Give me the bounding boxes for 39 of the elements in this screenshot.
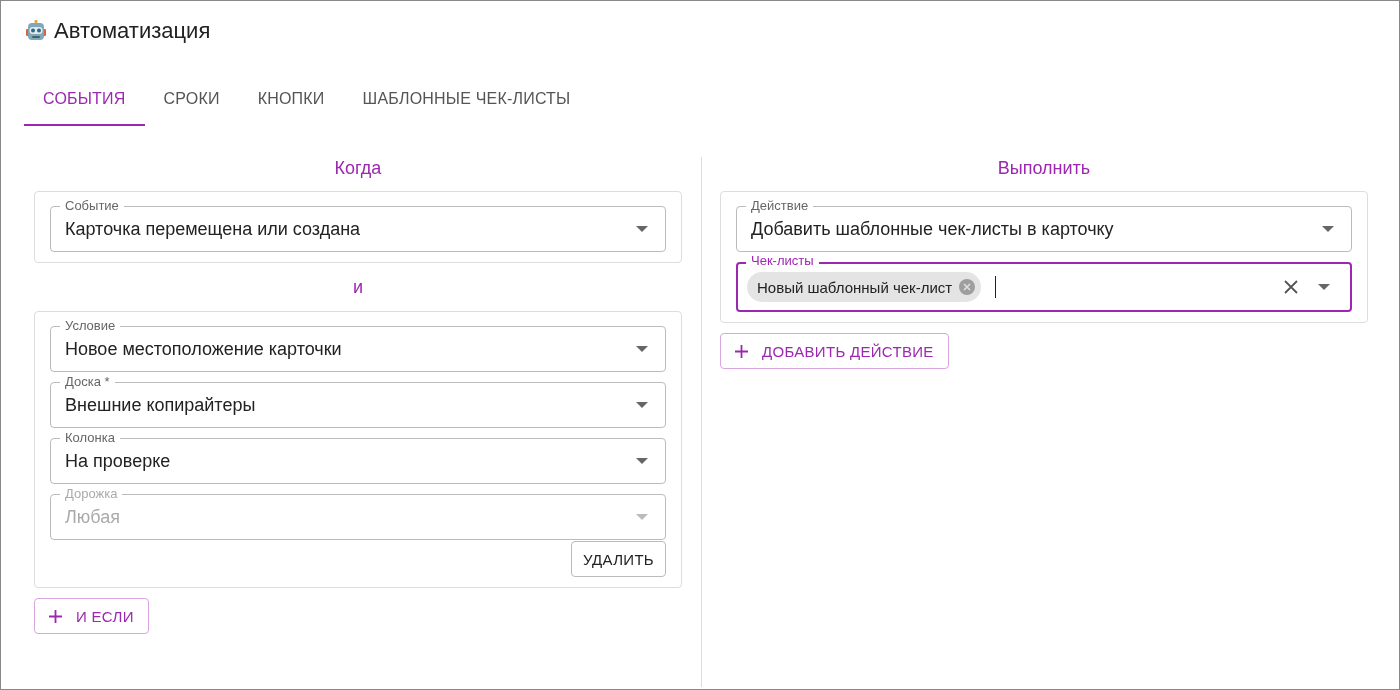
dropdown-arrow-icon xyxy=(636,458,648,464)
add-condition-button[interactable]: И ЕСЛИ xyxy=(34,598,149,634)
field-value: На проверке xyxy=(65,450,172,472)
page-title: Автоматизация xyxy=(54,18,211,44)
field-label: Дорожка xyxy=(60,486,123,502)
tab[interactable]: СРОКИ xyxy=(144,74,239,126)
select-field[interactable]: Действие Добавить шаблонные чек-листы в карточку xyxy=(736,197,1352,252)
field-value: Карточка перемещена или создана xyxy=(65,218,362,240)
plus-icon xyxy=(735,344,748,358)
tab[interactable]: СОБЫТИЯ xyxy=(24,74,145,126)
field-label: Действие xyxy=(746,198,814,214)
dropdown-arrow-icon xyxy=(636,346,648,352)
field-value: Любая xyxy=(65,506,121,528)
delete-button[interactable]: УДАЛИТЬ xyxy=(570,541,666,577)
plus-icon xyxy=(49,609,62,623)
dropdown-arrow-icon xyxy=(636,402,648,408)
clear-icon[interactable] xyxy=(1284,280,1298,294)
select-field[interactable]: Колонка На проверке xyxy=(50,429,666,484)
field-value: Добавить шаблонные чек-листы в карточку xyxy=(751,218,1115,240)
tab[interactable]: ШАБЛОННЫЕ ЧЕК-ЛИСТЫ xyxy=(343,74,590,126)
select-field[interactable]: Доска * Внешние копирайтеры xyxy=(50,373,666,428)
robot-icon xyxy=(24,19,48,43)
dropdown-arrow-icon xyxy=(636,514,648,520)
connector-label: и xyxy=(351,276,365,299)
field-value: Новое местоположение карточки xyxy=(65,338,343,360)
text-cursor xyxy=(995,276,997,298)
chip[interactable]: Новый шаблонный чек-лист xyxy=(747,272,982,302)
section-heading: Выполнить xyxy=(996,157,1092,180)
tab[interactable]: КНОПКИ xyxy=(238,74,344,126)
add-action-button[interactable]: ДОБАВИТЬ ДЕЙСТВИЕ xyxy=(720,333,949,369)
dropdown-arrow-icon xyxy=(1318,284,1330,290)
select-field[interactable]: Событие Карточка перемещена или создана xyxy=(50,197,666,252)
section-heading: Когда xyxy=(333,157,383,180)
field-label: Доска * xyxy=(60,374,115,390)
dropdown-arrow-icon xyxy=(1322,226,1334,232)
dropdown-arrow-icon xyxy=(636,226,648,232)
multi-select-field[interactable]: Чек-листы Новый шаблонный чек-лист xyxy=(736,253,1352,312)
field-value: Внешние копирайтеры xyxy=(65,394,257,416)
select-field[interactable]: Условие Новое местоположение карточки xyxy=(50,317,666,372)
